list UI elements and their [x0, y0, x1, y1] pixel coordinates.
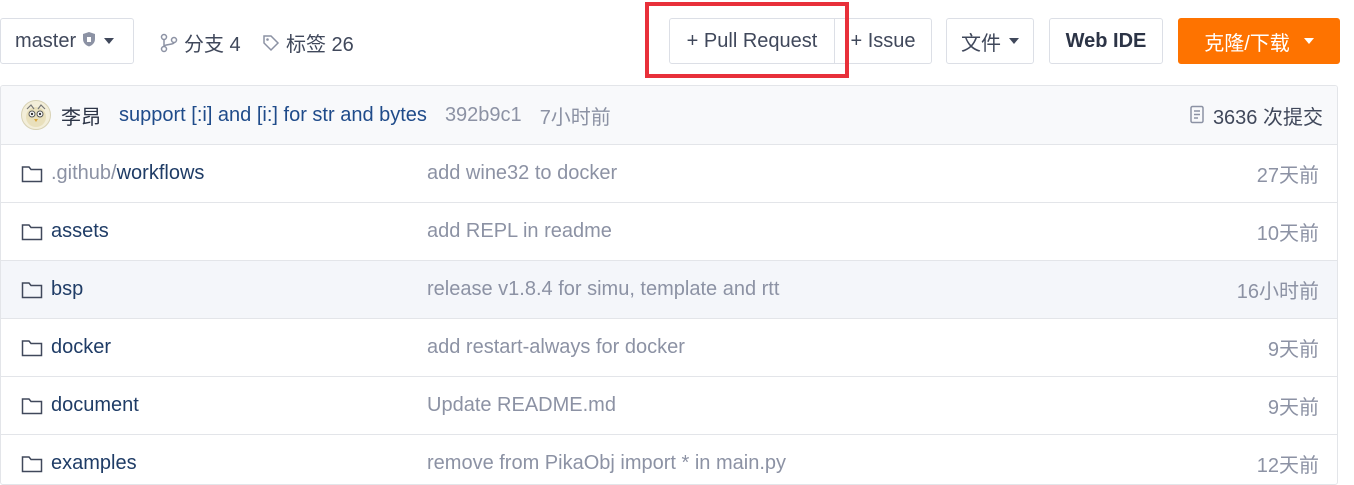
file-time: 9天前: [1267, 397, 1319, 419]
web-ide-label: Web IDE: [1065, 29, 1147, 52]
tags-link[interactable]: 标签 26: [262, 28, 354, 57]
history-icon: [1190, 105, 1204, 124]
file-name[interactable]: docker: [21, 336, 111, 359]
folder-icon: [21, 339, 43, 356]
file-row[interactable]: docker add restart-always for docker 9天前: [1, 319, 1337, 377]
file-time: 16小时前: [1236, 281, 1319, 303]
issue-label: + Issue: [850, 29, 916, 52]
file-name-main: document: [51, 394, 139, 416]
folder-icon: [21, 281, 43, 298]
lock-icon: [82, 30, 96, 53]
file-name-main: workflows: [116, 162, 205, 184]
branch-icon: [160, 33, 178, 52]
branch-name: master: [15, 29, 77, 52]
branches-label: 分支 4: [184, 34, 241, 56]
clone-label: 克隆/下载: [1204, 32, 1290, 55]
latest-commit-bar: 李昂 support [:i] and [i:] for str and byt…: [1, 86, 1337, 145]
branches-link[interactable]: 分支 4: [160, 28, 241, 57]
tag-icon: [263, 34, 280, 51]
clone-download-button[interactable]: 克隆/下载: [1178, 18, 1340, 64]
commit-message[interactable]: support [:i] and [i:] for str and bytes: [119, 104, 427, 127]
file-name[interactable]: document: [21, 394, 139, 417]
file-row[interactable]: bsp release v1.8.4 for simu, template an…: [1, 261, 1337, 319]
chevron-down-icon: [1009, 38, 1019, 44]
commit-count-link[interactable]: 3636 次提交: [1189, 101, 1323, 130]
commit-sha[interactable]: 392b9c1: [445, 104, 522, 127]
file-row[interactable]: .github/workflows add wine32 to docker 2…: [1, 145, 1337, 203]
repo-toolbar: master 分支 4 标签 26 + Pull Request + Issue…: [0, 0, 1354, 85]
file-listing: 李昂 support [:i] and [i:] for str and byt…: [0, 85, 1338, 485]
file-name[interactable]: assets: [21, 220, 109, 243]
file-name-main: assets: [51, 220, 109, 242]
file-time: 27天前: [1256, 165, 1319, 187]
file-name[interactable]: .github/workflows: [21, 162, 204, 185]
file-commit-message[interactable]: add wine32 to docker: [427, 162, 617, 185]
folder-icon: [21, 223, 43, 240]
branch-select[interactable]: master: [0, 18, 134, 64]
chevron-down-icon: [1303, 38, 1314, 44]
file-time: 10天前: [1256, 223, 1319, 245]
file-commit-message[interactable]: add REPL in readme: [427, 220, 612, 243]
pull-request-label: + Pull Request: [686, 29, 818, 52]
web-ide-button[interactable]: Web IDE: [1049, 18, 1163, 64]
file-commit-message[interactable]: Update README.md: [427, 394, 616, 417]
issue-button[interactable]: + Issue: [834, 18, 932, 64]
commit-author[interactable]: 李昂: [61, 101, 101, 130]
file-name-prefix: .github/: [51, 162, 117, 184]
pull-request-button[interactable]: + Pull Request: [669, 18, 835, 64]
folder-icon: [21, 165, 43, 182]
folder-icon: [21, 397, 43, 414]
tags-label: 标签 26: [286, 34, 354, 56]
file-button[interactable]: 文件: [946, 18, 1034, 64]
file-row[interactable]: document Update README.md 9天前: [1, 377, 1337, 435]
file-name-main: docker: [51, 336, 112, 358]
file-commit-message[interactable]: release v1.8.4 for simu, template and rt…: [427, 278, 779, 301]
file-name[interactable]: bsp: [21, 278, 83, 301]
file-name-main: bsp: [51, 278, 84, 300]
commit-count-label: 3636 次提交: [1212, 106, 1323, 129]
chevron-down-icon: [104, 38, 115, 44]
file-commit-message[interactable]: add restart-always for docker: [427, 336, 685, 359]
file-label: 文件: [961, 32, 1001, 55]
avatar[interactable]: [21, 100, 51, 130]
file-row[interactable]: assets add REPL in readme 10天前: [1, 203, 1337, 261]
file-time: 9天前: [1267, 339, 1319, 361]
file-row[interactable]: examples remove from PikaObj import * in…: [1, 435, 1337, 484]
commit-time: 7小时前: [539, 106, 611, 129]
